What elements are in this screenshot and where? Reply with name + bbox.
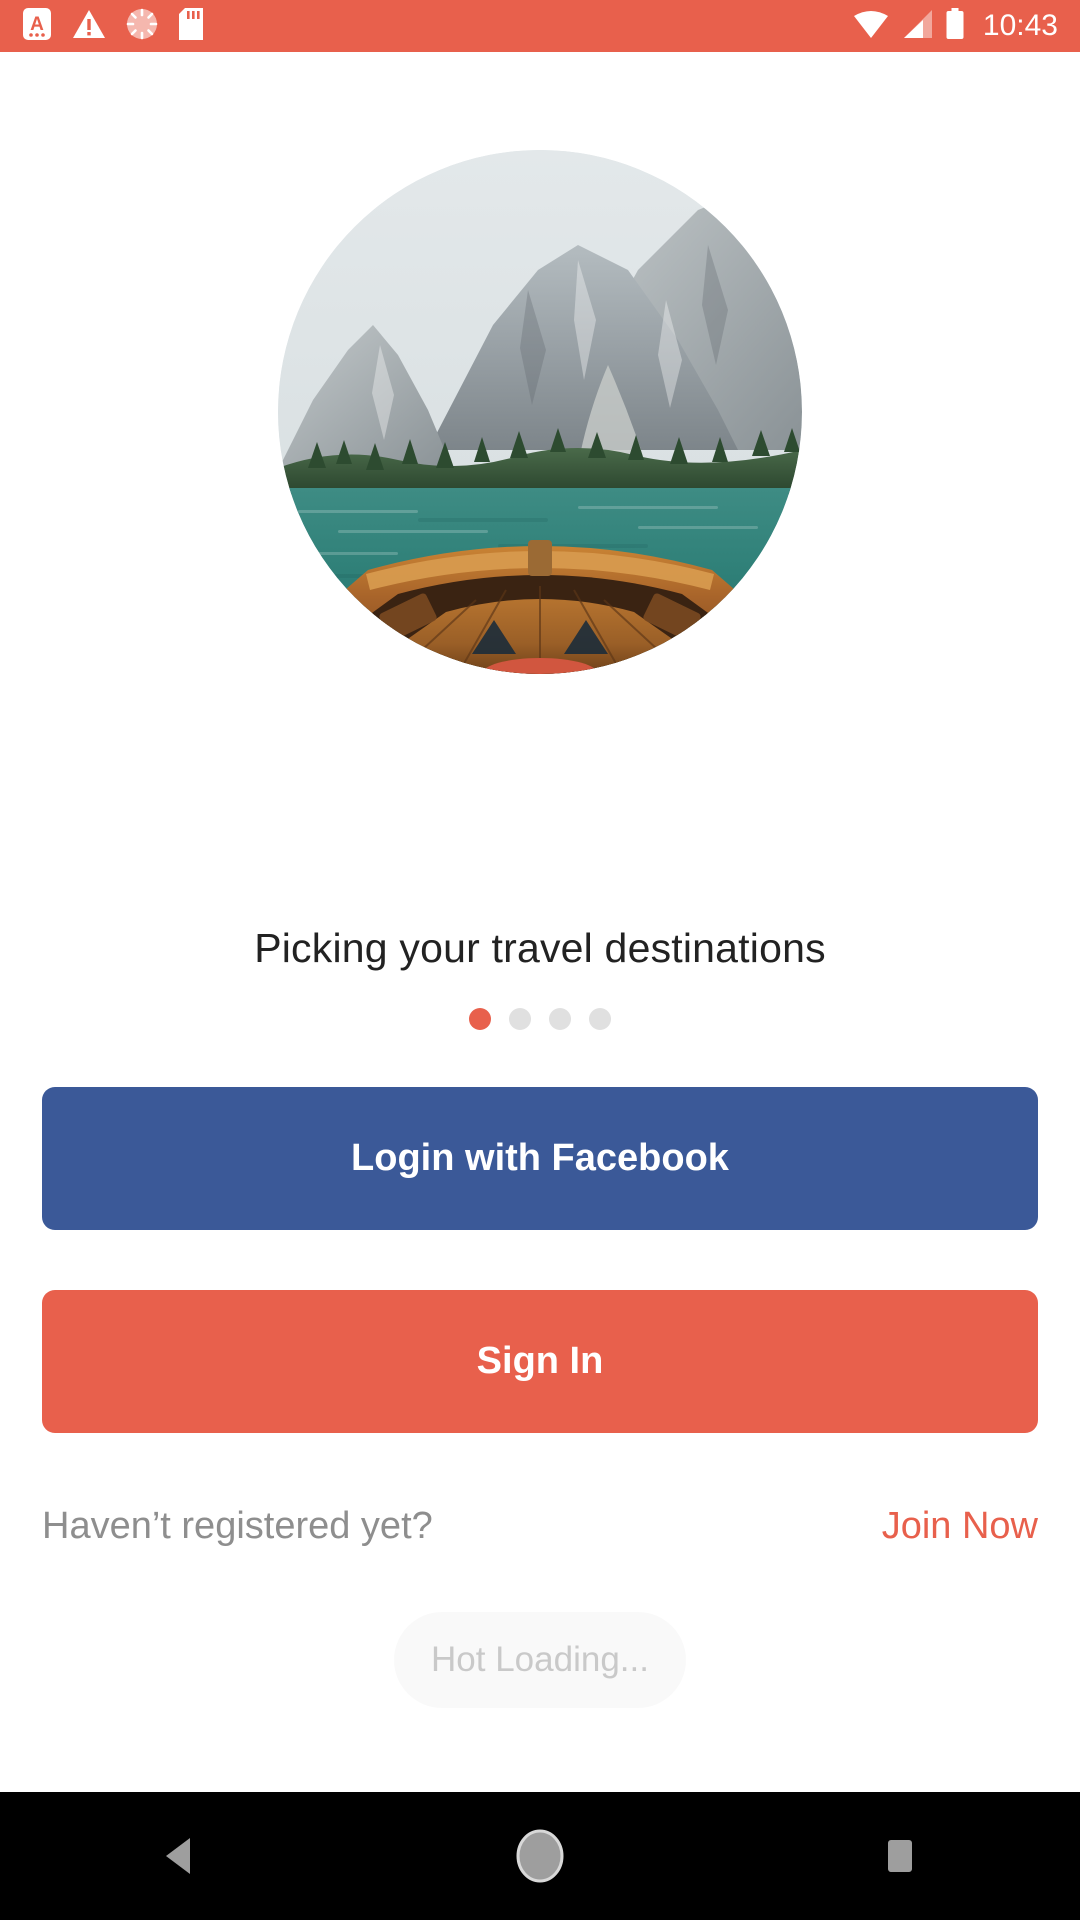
screenshot-capture-icon: A xyxy=(22,7,52,46)
status-bar: A 10:43 xyxy=(0,0,1080,52)
back-triangle-icon xyxy=(166,1838,190,1874)
hero-image-wrapper xyxy=(0,150,1080,674)
hot-loading-toast: Hot Loading... xyxy=(394,1612,686,1708)
pagination-dot-3[interactable] xyxy=(549,1008,571,1030)
pagination-dot-2[interactable] xyxy=(509,1008,531,1030)
status-bar-clock: 10:43 xyxy=(982,9,1058,42)
warning-triangle-icon xyxy=(72,8,106,45)
app-root: A 10:43 Picking your travel destinations… xyxy=(0,0,1080,1920)
login-with-facebook-button[interactable]: Login with Facebook xyxy=(42,1087,1038,1230)
nav-home-button[interactable] xyxy=(450,1792,630,1920)
pagination-dot-1[interactable] xyxy=(469,1008,491,1030)
home-circle-icon xyxy=(516,1829,564,1883)
nav-back-button[interactable] xyxy=(90,1792,270,1920)
pagination-dot-4[interactable] xyxy=(589,1008,611,1030)
hot-loading-toast-label: Hot Loading... xyxy=(431,1640,649,1679)
register-prompt-label: Haven’t registered yet? xyxy=(42,1505,433,1547)
svg-text:A: A xyxy=(30,14,44,35)
sign-in-button[interactable]: Sign In xyxy=(42,1290,1038,1433)
sync-spinner-icon xyxy=(126,8,158,45)
nav-recents-button[interactable] xyxy=(810,1792,990,1920)
wifi-icon xyxy=(853,9,889,44)
android-navigation-bar xyxy=(0,1792,1080,1920)
recents-square-icon xyxy=(888,1840,912,1872)
hero-circle-image xyxy=(278,150,802,674)
battery-icon xyxy=(945,7,965,45)
status-bar-right-icons: 10:43 xyxy=(853,7,1058,45)
register-row: Haven’t registered yet? Join Now xyxy=(42,1505,1038,1548)
join-now-link[interactable]: Join Now xyxy=(882,1505,1038,1548)
cellular-signal-icon xyxy=(901,9,933,44)
status-bar-left-icons: A xyxy=(22,7,204,46)
sd-card-icon xyxy=(178,7,204,46)
onboarding-headline: Picking your travel destinations xyxy=(254,925,826,971)
pagination-dots[interactable] xyxy=(0,1008,1080,1030)
